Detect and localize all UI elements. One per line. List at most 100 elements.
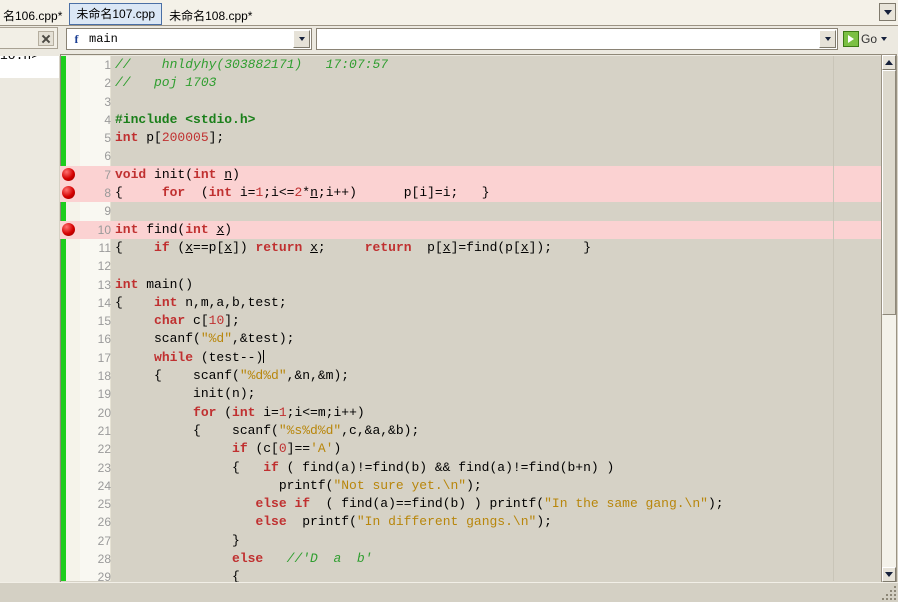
line-number: 16 bbox=[97, 332, 111, 347]
code-line[interactable]: 18 { scanf("%d%d",&n,&m); bbox=[60, 367, 882, 385]
line-number: 9 bbox=[104, 204, 111, 219]
line-text: int main() bbox=[115, 276, 194, 292]
code-line[interactable]: 10 int find(int x) bbox=[60, 220, 882, 239]
function-combo[interactable]: f main bbox=[66, 28, 312, 50]
breakpoint-icon[interactable] bbox=[62, 186, 75, 200]
editor-window: 名106.cpp*未命名107.cpp未命名108.cpp* io.h> f m… bbox=[0, 0, 898, 603]
code-line[interactable]: 12 bbox=[60, 257, 882, 275]
line-number: 2 bbox=[104, 76, 111, 91]
go-button-label: Go bbox=[861, 32, 878, 46]
code-line[interactable]: 28 else //'D a b' bbox=[60, 550, 882, 568]
tab-2[interactable]: 未命名108.cpp* bbox=[162, 5, 260, 25]
line-text: { scanf("%s%d%d",c,&a,&b); bbox=[115, 422, 420, 438]
breakpoint-icon[interactable] bbox=[62, 222, 75, 236]
line-text: for (int i=1;i<=m;i++) bbox=[193, 404, 365, 420]
function-combo-value: main bbox=[89, 32, 118, 46]
chevron-down-icon bbox=[883, 9, 892, 15]
line-text: { for (int i=1;i<=2*n;i++) p[i]=i; } bbox=[115, 185, 490, 201]
code-line[interactable]: 27 } bbox=[60, 532, 882, 550]
address-combo[interactable] bbox=[316, 28, 838, 50]
left-panel-header bbox=[0, 27, 58, 49]
code-line[interactable]: 3 bbox=[60, 93, 882, 111]
code-line[interactable]: 11 { if (x==p[x]) return x; return p[x]=f… bbox=[60, 239, 882, 257]
tab-strip: 名106.cpp* 未命名107.cpp 未命名108.cpp* bbox=[0, 0, 260, 25]
code-area[interactable]: 1 // hnldyhy(303882171) 17:07:57 2 // poj 1… bbox=[60, 56, 882, 603]
code-line[interactable]: 2 // poj 1703 bbox=[60, 74, 882, 92]
code-line[interactable]: 8 { for (int i=1;i<=2*n;i++) p[i]=i; } bbox=[60, 184, 882, 203]
status-bar bbox=[0, 582, 898, 602]
line-number: 23 bbox=[97, 460, 111, 475]
line-number: 7 bbox=[104, 167, 111, 182]
line-number: 10 bbox=[97, 222, 111, 237]
line-number: 24 bbox=[97, 478, 111, 493]
line-text: else printf("In different gangs.\n"); bbox=[255, 514, 552, 530]
code-line[interactable]: 13 int main() bbox=[60, 276, 882, 294]
line-number: 8 bbox=[104, 186, 111, 201]
code-line[interactable]: 5 int p[200005]; bbox=[60, 129, 882, 147]
code-line[interactable]: 16 scanf("%d",&test); bbox=[60, 330, 882, 348]
line-number: 6 bbox=[104, 149, 111, 164]
line-number: 28 bbox=[97, 552, 111, 567]
line-number: 19 bbox=[97, 387, 111, 402]
code-line[interactable]: 24 printf("Not sure yet.\n"); bbox=[60, 477, 882, 495]
tab-0[interactable]: 名106.cpp* bbox=[0, 5, 70, 25]
line-number: 22 bbox=[97, 442, 111, 457]
line-text: { int n,m,a,b,test; bbox=[115, 294, 287, 310]
function-icon: f bbox=[74, 32, 79, 46]
code-line[interactable]: 7 void init(int n) bbox=[60, 165, 882, 185]
code-line[interactable]: 20 for (int i=1;i<=m;i++) bbox=[60, 404, 882, 422]
line-text: else //'D a b' bbox=[232, 551, 373, 567]
toolbar-row: f main Go bbox=[0, 26, 898, 56]
line-text: { if ( find(a)!=find(b) && find(a)!=find… bbox=[115, 459, 615, 475]
code-line[interactable]: 6 bbox=[60, 147, 882, 165]
line-text: } bbox=[115, 532, 240, 548]
line-number: 11 bbox=[98, 240, 111, 255]
code-line[interactable]: 15 char c[10]; bbox=[60, 312, 882, 330]
breakpoint-icon[interactable] bbox=[62, 167, 75, 181]
line-number: 26 bbox=[97, 515, 111, 530]
code-line[interactable]: 9 bbox=[60, 202, 882, 220]
line-number: 18 bbox=[97, 369, 111, 384]
line-text: scanf("%d",&test); bbox=[115, 331, 295, 347]
tab-overflow-button[interactable] bbox=[879, 3, 896, 21]
line-text: else if ( find(a)==find(b) ) printf("In … bbox=[255, 496, 724, 512]
line-number: 5 bbox=[104, 131, 111, 146]
code-line[interactable]: 14 { int n,m,a,b,test; bbox=[60, 294, 882, 312]
line-text: if (c[0]=='A') bbox=[232, 441, 342, 457]
code-line[interactable]: 25 else if ( find(a)==find(b) ) printf("… bbox=[60, 495, 882, 513]
code-line[interactable]: 17 while (test--) bbox=[60, 349, 882, 367]
line-text: // hnldyhy(303882171) 17:07:57 bbox=[115, 57, 389, 72]
line-number: 21 bbox=[97, 423, 111, 438]
vertical-scrollbar[interactable] bbox=[881, 54, 897, 583]
address-combo-dropdown[interactable] bbox=[819, 30, 836, 48]
resize-grip[interactable] bbox=[882, 586, 897, 601]
code-line[interactable]: 19 init(n); bbox=[60, 385, 882, 403]
close-icon[interactable] bbox=[38, 30, 54, 46]
line-text: while (test--) bbox=[154, 349, 265, 365]
line-number: 1 bbox=[104, 58, 111, 72]
tab-bar: 名106.cpp* 未命名107.cpp 未命名108.cpp* bbox=[0, 0, 898, 26]
triangle-down-icon bbox=[885, 572, 893, 577]
code-line[interactable]: 1 // hnldyhy(303882171) 17:07:57 bbox=[60, 56, 882, 74]
code-line[interactable]: 4 #include <stdio.h> bbox=[60, 111, 882, 129]
code-line[interactable]: 22 if (c[0]=='A') bbox=[60, 440, 882, 458]
line-text: int find(int x) bbox=[115, 221, 233, 237]
go-button[interactable]: Go bbox=[843, 29, 888, 49]
tab-1[interactable]: 未命名107.cpp bbox=[69, 3, 163, 25]
code-line[interactable]: 26 else printf("In different gangs.\n"); bbox=[60, 513, 882, 531]
scrollbar-track[interactable] bbox=[882, 315, 896, 567]
line-text: char c[10]; bbox=[154, 313, 240, 329]
chevron-down-icon[interactable] bbox=[881, 37, 888, 41]
scroll-up-button[interactable] bbox=[882, 55, 896, 70]
function-combo-dropdown[interactable] bbox=[293, 30, 310, 48]
scroll-down-button[interactable] bbox=[882, 567, 896, 582]
scrollbar-thumb[interactable] bbox=[882, 70, 896, 315]
code-line[interactable]: 21 { scanf("%s%d%d",c,&a,&b); bbox=[60, 422, 882, 440]
triangle-up-icon bbox=[885, 60, 893, 65]
line-number: 25 bbox=[97, 497, 111, 512]
chevron-down-icon bbox=[298, 37, 305, 41]
line-text: { scanf("%d%d",&n,&m); bbox=[115, 368, 350, 384]
code-line[interactable]: 23 { if ( find(a)!=find(b) && find(a)!=f… bbox=[60, 459, 882, 477]
line-text: int p[200005]; bbox=[115, 130, 225, 146]
chevron-down-icon bbox=[824, 37, 831, 41]
